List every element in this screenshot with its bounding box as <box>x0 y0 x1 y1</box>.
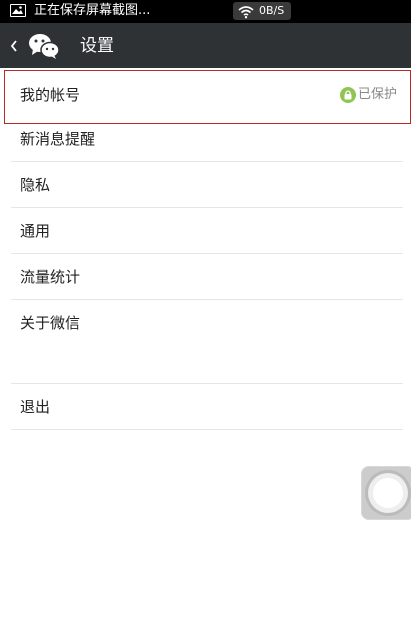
settings-item-logout[interactable]: 退出 <box>11 384 403 430</box>
settings-item-new-message-alerts[interactable]: 新消息提醒 <box>11 116 403 162</box>
settings-item-label: 流量统计 <box>20 268 81 286</box>
network-speed: 0B/S <box>259 4 285 17</box>
status-bar: 正在保存屏幕截图... 0B/S <box>0 0 411 23</box>
network-indicator: 0B/S <box>233 2 291 20</box>
page-title: 设置 <box>80 36 114 56</box>
title-bar: 设置 <box>0 23 411 68</box>
settings-item-general[interactable]: 通用 <box>11 208 403 254</box>
settings-item-privacy[interactable]: 隐私 <box>11 162 403 208</box>
status-notification-text: 正在保存屏幕截图... <box>34 3 151 18</box>
wifi-icon <box>238 4 254 23</box>
lock-icon <box>340 87 356 103</box>
settings-item-label: 我的帐号 <box>20 86 81 104</box>
wechat-logo-icon[interactable] <box>28 32 60 64</box>
assistive-touch-ring-icon <box>368 473 408 513</box>
settings-item-data-usage[interactable]: 流量统计 <box>11 254 403 300</box>
settings-item-label: 新消息提醒 <box>20 130 96 148</box>
settings-item-about-wechat[interactable]: 关于微信 <box>11 300 403 346</box>
settings-item-label: 退出 <box>20 398 51 416</box>
settings-item-label: 隐私 <box>20 176 51 194</box>
back-chevron-icon[interactable] <box>8 36 20 56</box>
assistive-touch-button[interactable] <box>361 466 411 520</box>
protected-status-text: 已保护 <box>358 87 398 102</box>
settings-item-label: 关于微信 <box>20 314 81 332</box>
account-protected-badge: 已保护 <box>340 87 398 103</box>
settings-item-label: 通用 <box>20 222 51 240</box>
screenshot-image-icon <box>10 4 26 17</box>
